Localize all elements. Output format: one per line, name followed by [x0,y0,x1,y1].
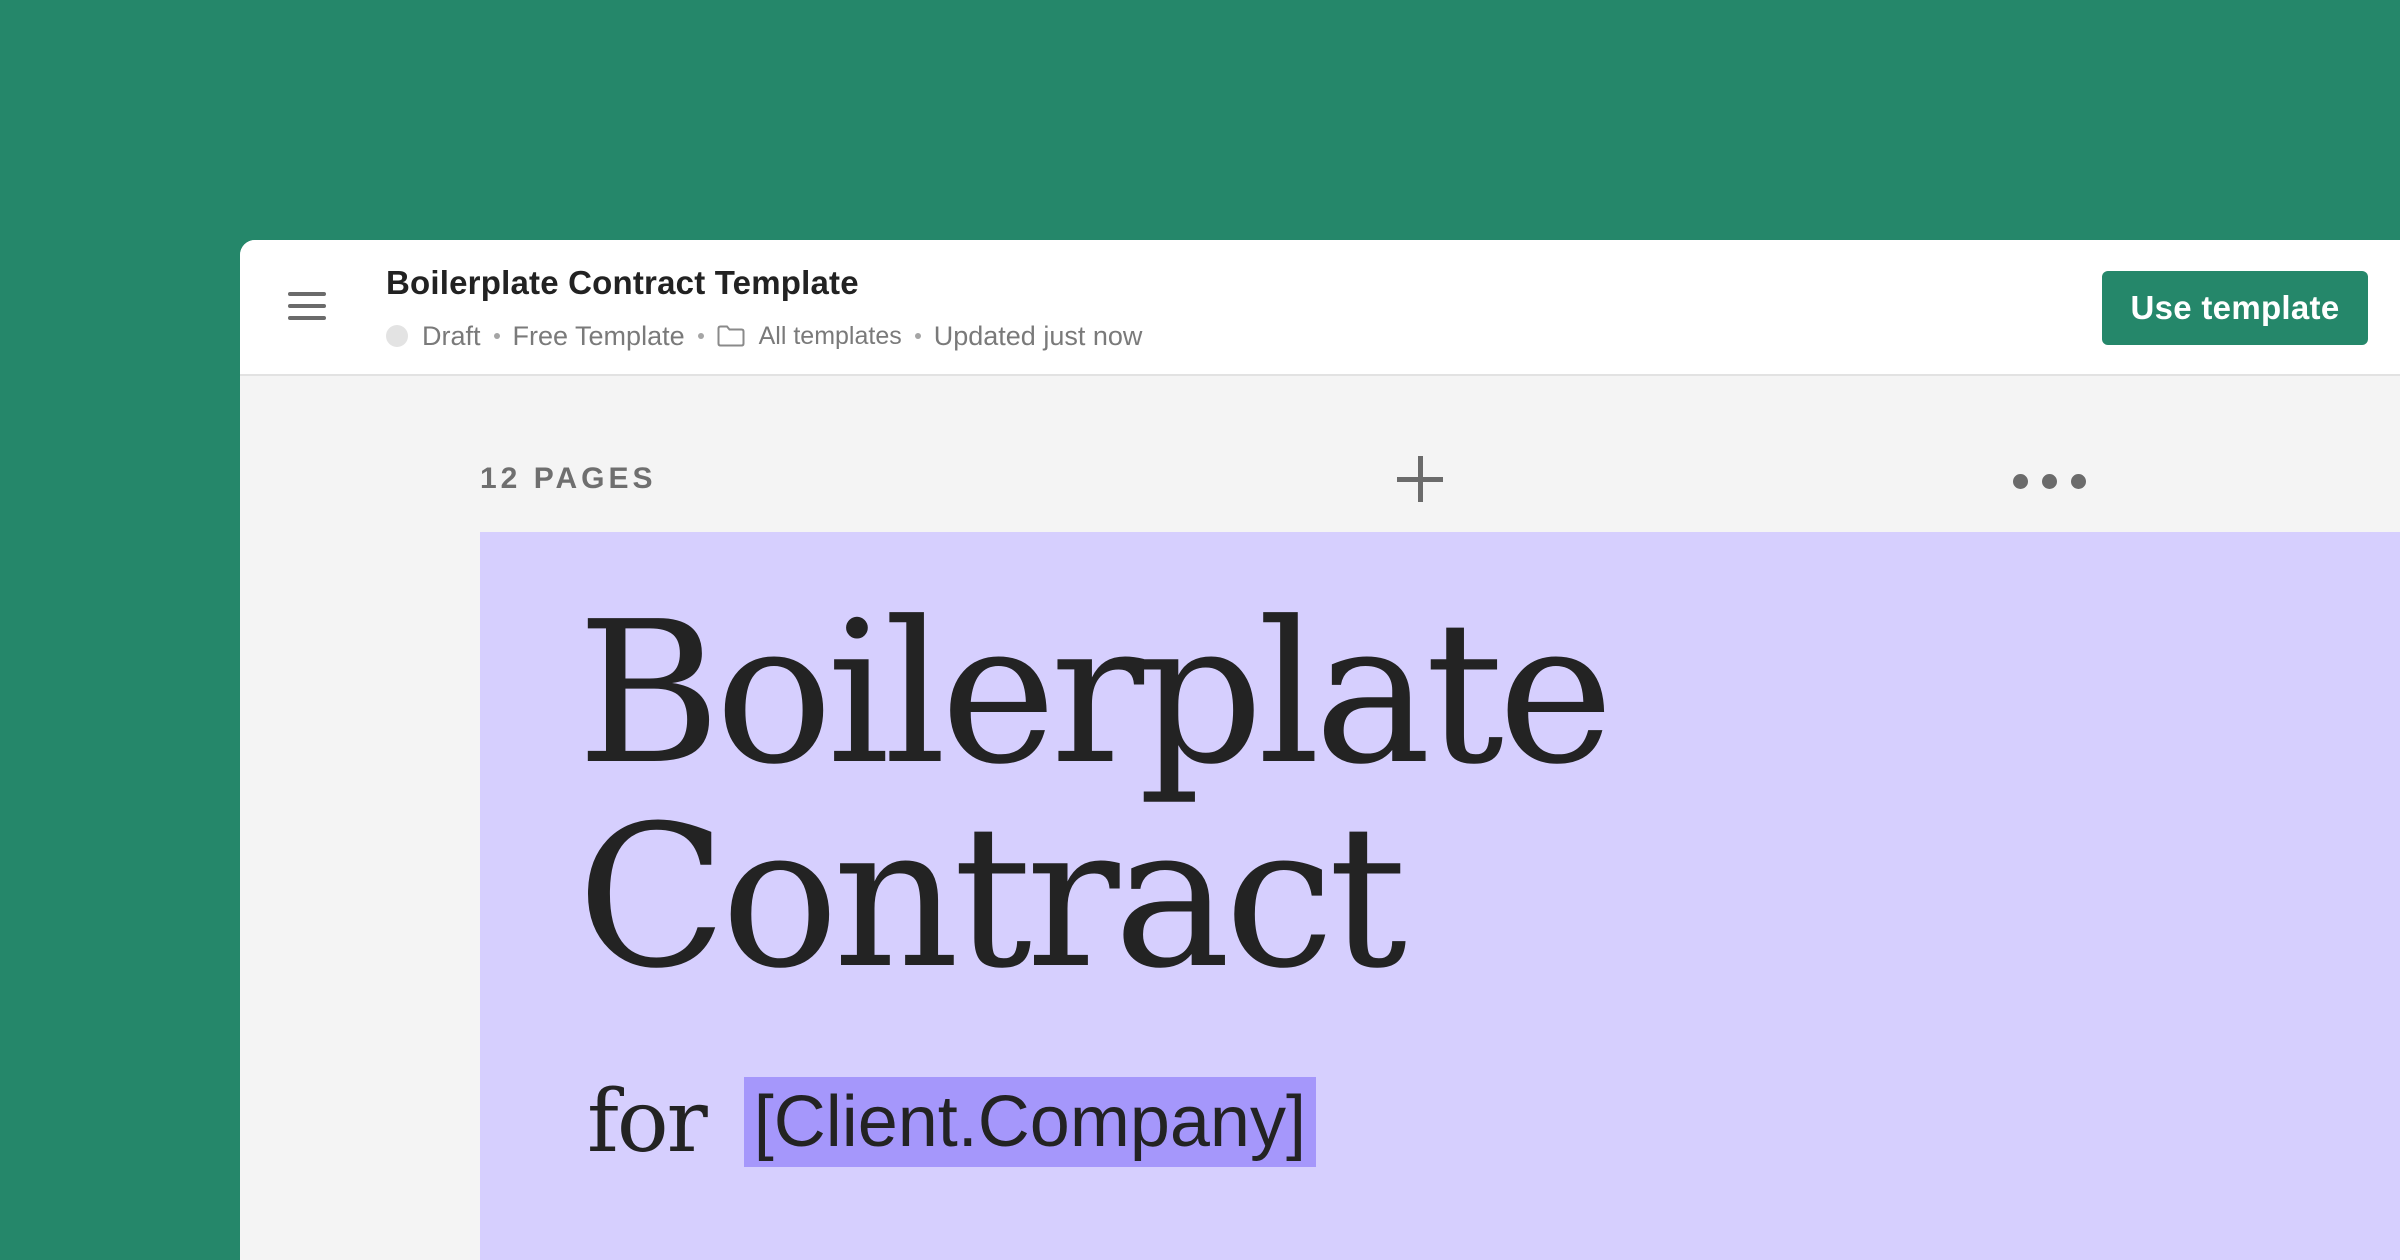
document-title[interactable]: Boilerplate Contract Template [386,264,859,302]
cover-title-line1: Boilerplate [577,580,1614,808]
for-label: for [587,1072,708,1172]
folder-icon [717,325,745,347]
use-template-button[interactable]: Use template [2102,271,2368,345]
status-label: Draft [422,320,481,351]
menu-bar [288,304,326,308]
cover-subtitle: for [Client.Company] [587,1072,1316,1172]
more-dot [2013,474,2028,489]
separator-dot [914,333,921,339]
more-dots-icon[interactable] [2013,472,2099,492]
updated-label: Updated just now [933,320,1143,351]
separator-dot [493,333,500,339]
document-header: Boilerplate Contract Template Draft Free… [240,240,2400,376]
folder-link[interactable]: All templates [759,322,902,351]
page-preview[interactable]: Boilerplate Contract for [Client.Company… [480,532,2400,1260]
client-company-variable[interactable]: [Client.Company] [743,1077,1316,1167]
cover-title-line2: Contract [577,784,1407,1012]
hamburger-menu-icon[interactable] [288,292,326,322]
template-type-label: Free Template [512,320,685,351]
more-dot [2071,474,2086,489]
menu-bar [288,292,326,296]
editor-window: Boilerplate Contract Template Draft Free… [240,240,2400,1260]
more-dot [2042,474,2057,489]
plus-icon[interactable] [1397,456,1443,502]
menu-bar [288,316,326,320]
separator-dot [697,333,704,339]
document-meta: Draft Free Template All templates Update… [386,316,1142,356]
cover-title[interactable]: Boilerplate Contract [577,592,1614,1000]
pages-count-label: 12 PAGES [480,462,657,495]
status-dot-icon [386,325,408,347]
